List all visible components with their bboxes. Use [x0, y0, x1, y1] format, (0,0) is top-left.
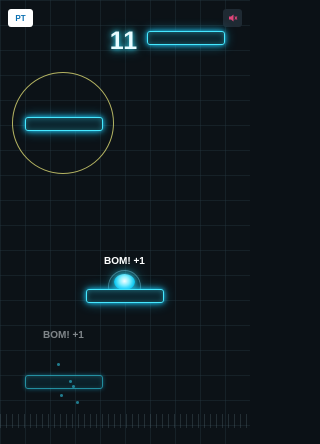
platform — [25, 375, 103, 389]
language-button[interactable]: PT — [8, 9, 33, 27]
platform — [25, 117, 103, 131]
game-board[interactable]: PT 11 BOM! +1 BOM! +1 — [0, 0, 250, 444]
debris-particle — [69, 380, 72, 383]
language-label: PT — [15, 13, 26, 23]
score-popup: BOM! +1 — [43, 330, 84, 341]
platform — [86, 289, 164, 303]
score-popup: BOM! +1 — [104, 256, 145, 267]
debris-particle — [76, 401, 79, 404]
debris-particle — [57, 363, 60, 366]
platform — [147, 31, 225, 45]
sound-toggle-button[interactable] — [223, 9, 242, 27]
debris-particle — [72, 385, 75, 388]
score-display: 11 — [109, 27, 139, 55]
ball — [114, 274, 135, 290]
ground-ruler — [0, 414, 250, 428]
debris-particle — [60, 394, 63, 397]
speaker-muted-icon — [228, 14, 237, 22]
